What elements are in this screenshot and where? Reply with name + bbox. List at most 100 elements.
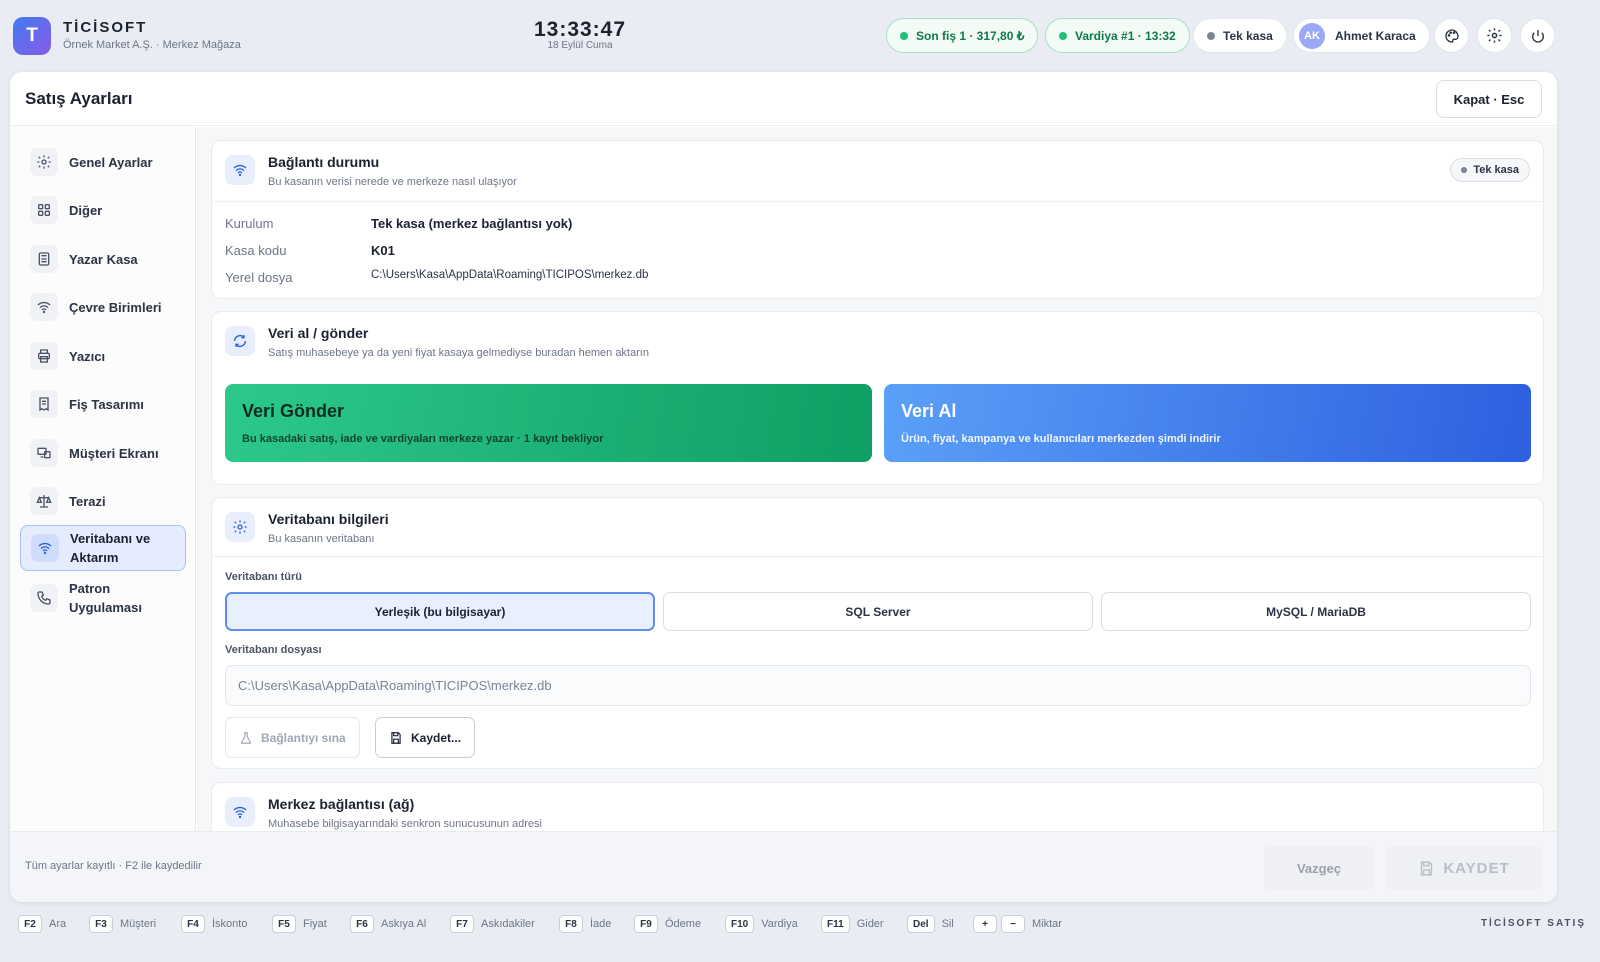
company-name: Örnek Market A.Ş. · Merkez Mağaza [63, 39, 241, 51]
settings-content[interactable]: Bağlantı durumu Bu kasanın verisi nerede… [197, 127, 1557, 831]
cancel-button[interactable]: Vazgeç [1264, 846, 1374, 890]
shortcut-label: Müşteri [120, 918, 157, 930]
db-type-embedded[interactable]: Yerleşik (bu bilgisayar) [225, 592, 655, 631]
receive-data-title: Veri Al [901, 401, 957, 421]
shortcut-f5[interactable]: F5 Fiyat [272, 915, 327, 933]
mode-pill[interactable]: Tek kasa [1193, 18, 1287, 53]
printer-icon [30, 342, 58, 370]
test-connection-label: Bağlantıyı sına [261, 730, 346, 745]
shortcut-f11[interactable]: F11 Gider [821, 915, 884, 933]
shortcut-f2[interactable]: F2 Ara [18, 915, 66, 933]
power-button[interactable] [1520, 18, 1555, 53]
gear-icon [1487, 28, 1502, 43]
db-file-input[interactable]: C:\Users\Kasa\AppData\Roaming\TICIPOS\me… [225, 665, 1531, 706]
shortcut-key: F3 [89, 915, 113, 933]
db-type-sql-server[interactable]: SQL Server [663, 592, 1093, 631]
clock-date: 18 Eylül Cuma [547, 40, 613, 51]
gear-icon [30, 148, 58, 176]
user-pill[interactable]: AK Ahmet Karaca [1293, 18, 1430, 53]
test-connection-button[interactable]: Bağlantıyı sına [225, 717, 360, 758]
sidebar-item-genel-ayarlar[interactable]: Genel Ayarlar [20, 140, 186, 184]
save-button[interactable]: KAYDET [1386, 846, 1542, 890]
shortcut-key-plus: + [973, 915, 997, 933]
shortcut-del[interactable]: Del Sil [907, 915, 954, 933]
shortcut-label: Sil [941, 918, 954, 930]
shortcut-f7[interactable]: F7 Askıdakiler [450, 915, 535, 933]
send-data-title: Veri Gönder [242, 401, 345, 421]
card-subtitle: Bu kasanın veritabanı [268, 533, 375, 545]
mode-text: Tek kasa [1223, 28, 1273, 43]
grid-icon [30, 196, 58, 224]
shortcut-f9[interactable]: F9 Ödeme [634, 915, 701, 933]
status-badge: Tek kasa [1450, 158, 1530, 182]
shortcut-key: F7 [450, 915, 474, 933]
send-data-button[interactable]: Veri Gönder Bu kasadaki satış, iade ve v… [225, 384, 872, 462]
setup-value: Tek kasa (merkez bağlantısı yok) [371, 216, 573, 231]
shortcut-f6[interactable]: F6 Askıya Al [350, 915, 426, 933]
footer-note: Tüm ayarlar kayıtlı · F2 ile kaydedilir [25, 860, 202, 872]
palette-icon [1444, 28, 1459, 43]
shortcut-key: F10 [725, 915, 755, 933]
theme-button[interactable] [1434, 18, 1469, 53]
network-connection-card: Merkez bağlantısı (ağ) Muhasebe bilgisay… [211, 782, 1544, 831]
wifi-icon [225, 797, 255, 827]
shift-text: Vardiya #1 · 13:32 [1075, 28, 1176, 43]
last-receipt-pill[interactable]: Son fiş 1 · 317,80 ₺ [886, 18, 1039, 53]
card-subtitle: Satış muhasebeye ya da yeni fiyat kasaya… [268, 347, 649, 359]
shortcut-f10[interactable]: F10 Vardiya [725, 915, 798, 933]
shortcut-brand: TİCİSOFT SATIŞ [1480, 918, 1586, 929]
save-icon [391, 731, 401, 744]
sidebar-item-label: Genel Ayarlar [69, 154, 153, 170]
sidebar-item-label: Veritabanı ve Aktarım [70, 531, 151, 565]
receive-data-description: Ürün, fiyat, kampanya ve kullanıcıları m… [901, 433, 1221, 445]
shortcut-f4[interactable]: F4 İskonto [181, 915, 247, 933]
receive-data-button[interactable]: Veri Al Ürün, fiyat, kampanya ve kullanı… [884, 384, 1531, 462]
shortcut-key: F5 [272, 915, 296, 933]
sidebar-item-label: Müşteri Ekranı [69, 445, 159, 461]
shortcut-f8[interactable]: F8 İade [559, 915, 611, 933]
panel-footer: Tüm ayarlar kayıtlı · F2 ile kaydedilir … [10, 831, 1557, 902]
save-icon [1421, 860, 1433, 876]
db-save-button[interactable]: Kaydet... [375, 717, 476, 758]
shortcut-bar: F2 Ara F3 Müşteri F4 İskonto F5 Fiyat F6 Askı… [0, 910, 1600, 962]
sidebar-item-label: Çevre Birimleri [69, 299, 162, 315]
shortcut-key: F2 [18, 915, 42, 933]
last-receipt-text: Son fiş 1 · 317,80 ₺ [916, 28, 1025, 43]
connection-status-card: Bağlantı durumu Bu kasanın verisi nerede… [211, 140, 1544, 299]
sidebar-item-patron-uygulamasi[interactable]: Patron Uygulaması [20, 575, 186, 621]
app-logo: T [13, 17, 51, 55]
card-title: Bağlantı durumu [268, 154, 380, 170]
sidebar-item-yazar-kasa[interactable]: Yazar Kasa [20, 237, 186, 281]
status-badge-label: Tek kasa [1473, 164, 1519, 176]
card-title: Veri al / gönder [268, 325, 369, 341]
sidebar-item-terazi[interactable]: Terazi [20, 479, 186, 523]
shortcut-label: Ödeme [665, 918, 702, 930]
wifi-icon [225, 155, 255, 185]
shortcut-label: Askıya Al [381, 918, 427, 930]
sidebar-item-yazici[interactable]: Yazıcı [20, 334, 186, 378]
db-type-mysql[interactable]: MySQL / MariaDB [1101, 592, 1531, 631]
setup-label: Kurulum [225, 216, 274, 231]
sidebar-item-veritabani-ve-aktarim[interactable]: Veritabanı ve Aktarım [20, 525, 186, 571]
shortcut-label: Miktar [1032, 918, 1062, 930]
shortcut-f3[interactable]: F3 Müşteri [89, 915, 156, 933]
status-dot-icon [1461, 167, 1468, 173]
page-title: Satış Ayarları [25, 89, 133, 108]
shift-pill[interactable]: Vardiya #1 · 13:32 [1045, 18, 1190, 53]
settings-button[interactable] [1477, 18, 1512, 53]
shortcut-key: F8 [559, 915, 583, 933]
register-icon [30, 245, 58, 273]
sidebar-item-label: Terazi [69, 493, 106, 509]
close-button[interactable]: Kapat · Esc [1436, 80, 1542, 118]
sidebar-item-musteri-ekrani[interactable]: Müşteri Ekranı [20, 431, 186, 475]
sidebar-item-fis-tasarimi[interactable]: Fiş Tasarımı [20, 382, 186, 426]
send-data-description: Bu kasadaki satış, iade ve vardiyaları m… [242, 433, 604, 445]
divider [212, 201, 1543, 202]
shortcut-label: Ara [49, 918, 67, 930]
sidebar-item-diger[interactable]: Diğer [20, 188, 186, 232]
sidebar-item-cevre-birimleri[interactable]: Çevre Birimleri [20, 285, 186, 329]
card-title: Veritabanı bilgileri [268, 511, 389, 527]
local-file-value: C:\Users\Kasa\AppData\Roaming\TICIPOS\me… [371, 269, 649, 281]
shortcut-quantity[interactable]: + − Miktar [973, 915, 1062, 933]
phone-icon [30, 584, 58, 612]
